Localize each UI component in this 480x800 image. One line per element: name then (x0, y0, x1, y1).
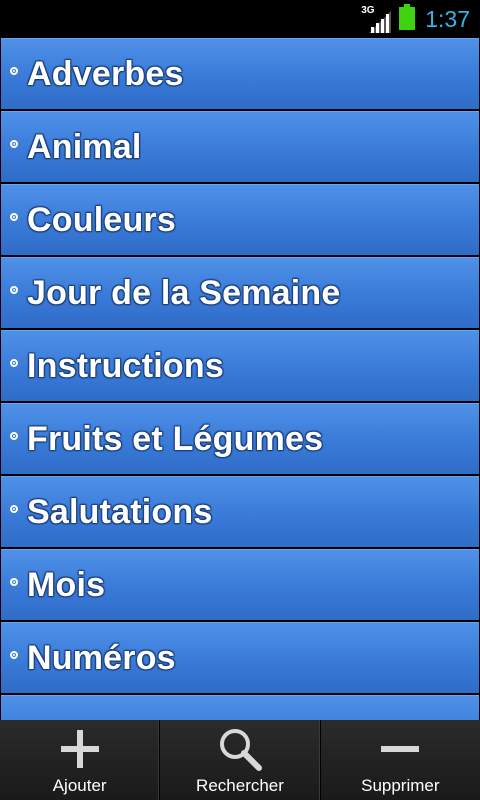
search-button[interactable]: Rechercher (160, 720, 321, 800)
bullet-icon (10, 286, 18, 294)
add-button[interactable]: Ajouter (0, 720, 161, 800)
list-item[interactable]: Instructions (1, 330, 479, 401)
list-item-label: Numéros (27, 638, 176, 677)
battery-indicator (399, 3, 416, 35)
category-list[interactable]: Adverbes Animal Couleurs Jour de la Sema… (0, 38, 480, 720)
battery-icon (399, 3, 416, 30)
bullet-icon (10, 651, 18, 659)
bullet-icon (10, 140, 18, 148)
list-item-label: Adverbes (27, 54, 184, 93)
list-item[interactable]: Salutations (1, 476, 479, 547)
search-button-label: Rechercher (196, 776, 284, 795)
list-item[interactable]: Numéros (1, 622, 479, 693)
minus-icon (381, 746, 420, 752)
clock: 1:37 (425, 5, 470, 32)
list-item-label: Couleurs (27, 200, 176, 239)
bullet-icon (10, 67, 18, 75)
list-item[interactable]: Jour de la Semaine (1, 257, 479, 328)
list-item[interactable]: Mois (1, 549, 479, 620)
list-item[interactable]: Fruits et Légumes (1, 403, 479, 474)
list-item[interactable]: Couleurs (1, 184, 479, 255)
delete-button[interactable]: Supprimer (321, 720, 480, 800)
delete-button-label: Supprimer (361, 776, 440, 795)
list-item-label: Fruits et Légumes (27, 419, 324, 458)
search-icon (219, 729, 262, 771)
list-item-label: Animal (27, 127, 142, 166)
status-bar: 3G 1:37 (0, 0, 480, 38)
bullet-icon (10, 432, 18, 440)
network-indicator: 3G (361, 5, 392, 33)
list-item-label: Salutations (27, 492, 213, 531)
bullet-icon (10, 213, 18, 221)
list-item[interactable] (1, 695, 479, 720)
bottom-toolbar: Ajouter Rechercher Supprimer (0, 720, 480, 800)
list-item-label: Jour de la Semaine (27, 273, 341, 312)
list-item[interactable]: Animal (1, 111, 479, 182)
list-item-label: Mois (27, 565, 106, 604)
list-item-label: Instructions (27, 346, 224, 385)
bullet-icon (10, 359, 18, 367)
signal-icon (369, 11, 392, 33)
plus-icon (60, 730, 99, 768)
bullet-icon (10, 578, 18, 586)
add-button-label: Ajouter (52, 776, 107, 795)
bullet-icon (10, 505, 18, 513)
list-item[interactable]: Adverbes (1, 38, 479, 109)
